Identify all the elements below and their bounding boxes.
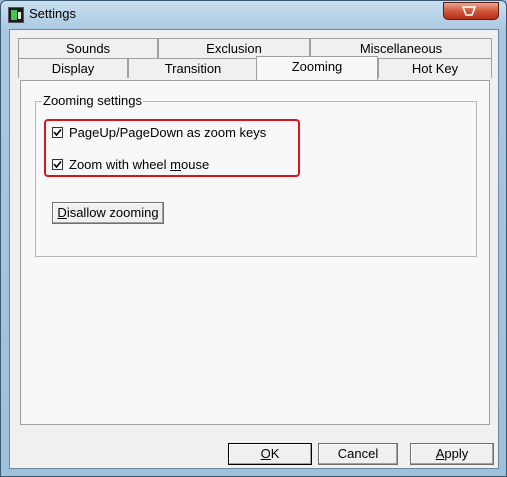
- wheel-checkbox[interactable]: [52, 158, 63, 170]
- title-bar[interactable]: Settings: [1, 1, 506, 29]
- pageupdown-checkbox[interactable]: [52, 126, 63, 138]
- tab-label: Display: [51, 61, 95, 76]
- disallow-zooming-button[interactable]: Disallow zooming: [52, 202, 164, 224]
- window-title: Settings: [29, 6, 76, 21]
- checkmark-icon: [53, 128, 62, 136]
- tab-label: Sounds: [65, 41, 111, 56]
- pageupdown-zoom-option[interactable]: PageUp/PageDown as zoom keys: [52, 124, 266, 140]
- tab-label: Transition: [164, 61, 222, 76]
- pageupdown-label: PageUp/PageDown as zoom keys: [69, 124, 267, 140]
- tab-label: Exclusion: [206, 41, 262, 56]
- tab-exclusion[interactable]: Exclusion: [158, 38, 310, 58]
- group-title: Zooming settings: [42, 93, 143, 108]
- ok-button[interactable]: OK: [228, 443, 312, 465]
- tab-sounds[interactable]: Sounds: [18, 38, 158, 58]
- tab-hot-key[interactable]: Hot Key: [378, 58, 492, 78]
- apply-button[interactable]: Apply: [410, 443, 494, 465]
- tab-label: Zooming: [291, 59, 343, 74]
- settings-window: Settings Sounds Exclusion Miscellaneous …: [0, 0, 507, 477]
- dialog-client: Sounds Exclusion Miscellaneous Display T…: [9, 29, 499, 469]
- wheel-zoom-option[interactable]: Zoom with wheel mouse: [52, 156, 209, 172]
- close-button[interactable]: [443, 2, 499, 20]
- tab-transition[interactable]: Transition: [128, 58, 258, 78]
- tab-miscellaneous[interactable]: Miscellaneous: [310, 38, 492, 58]
- tab-label: Miscellaneous: [359, 41, 443, 56]
- tab-label: Hot Key: [411, 61, 459, 76]
- checkmark-icon: [53, 160, 62, 168]
- cancel-button[interactable]: Cancel: [318, 443, 398, 465]
- tab-zooming[interactable]: Zooming: [256, 56, 378, 80]
- app-icon: [8, 7, 24, 23]
- zooming-tab-panel: Zooming settings PageUp/PageDown as zoom…: [20, 80, 490, 425]
- close-icon: [461, 6, 477, 16]
- zooming-settings-group: Zooming settings PageUp/PageDown as zoom…: [35, 93, 477, 257]
- tab-display[interactable]: Display: [18, 58, 128, 78]
- wheel-label: Zoom with wheel mouse: [69, 156, 210, 172]
